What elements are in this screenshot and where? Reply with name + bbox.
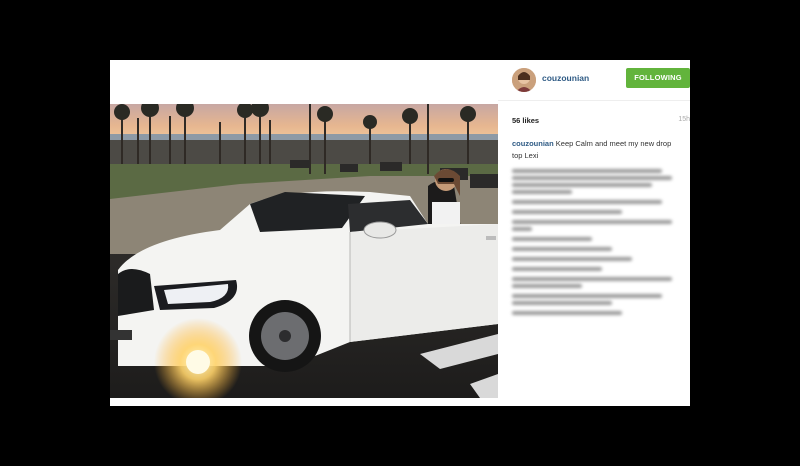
post-photo[interactable] [110,104,498,398]
list-item [512,257,682,261]
list-item [512,277,682,288]
post-sidebar: couzounian FOLLOWING 56 likes 15h couzou… [498,60,690,406]
list-item [512,200,682,204]
list-item [512,210,682,214]
list-item [512,267,682,271]
likes-count[interactable]: 56 likes [512,116,539,125]
profile-photo-icon [512,68,536,92]
post-caption: couzounian Keep Calm and meet my new dro… [512,138,680,162]
list-item [512,311,682,315]
list-item [512,247,682,251]
list-item [512,169,682,194]
following-button[interactable]: FOLLOWING [626,68,690,88]
avatar[interactable] [512,68,536,92]
caption-username[interactable]: couzounian [512,139,554,148]
list-item [512,220,682,231]
comments-list [512,166,682,321]
post-card: couzounian FOLLOWING 56 likes 15h couzou… [110,60,690,406]
list-item [512,237,682,241]
car-photo-image [110,104,498,398]
post-time[interactable]: 15h [678,116,690,123]
header-username[interactable]: couzounian [542,73,589,83]
list-item [512,294,682,305]
post-header: couzounian FOLLOWING [498,60,690,101]
post-stats: 56 likes 15h [512,116,690,125]
photo-area [110,60,498,406]
